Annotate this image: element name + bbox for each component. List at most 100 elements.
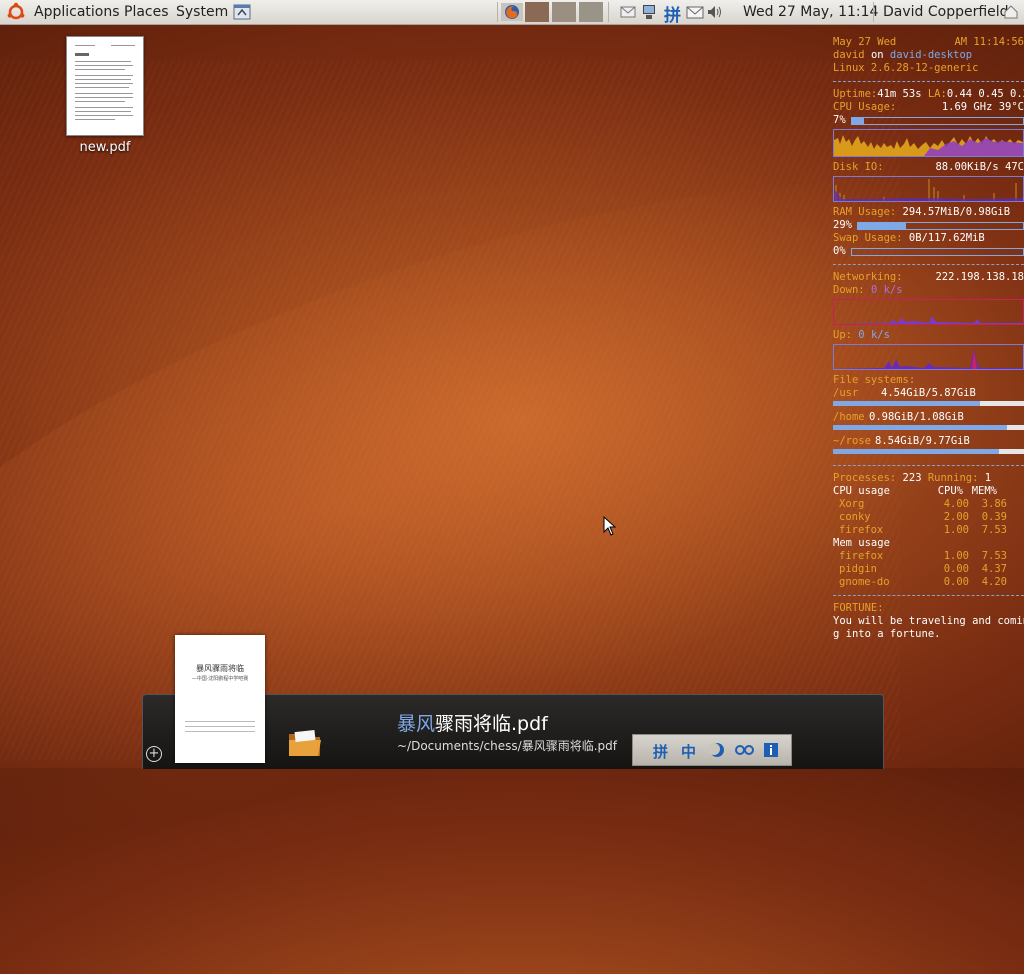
folder-icon[interactable] <box>287 728 323 758</box>
user-switcher[interactable]: David Copperfield <box>883 3 1009 21</box>
uptime-label: Uptime: <box>833 88 878 100</box>
down-value: 0 k/s <box>870 284 903 296</box>
punctuation-icon[interactable] <box>735 743 755 757</box>
cpu-usage-label: CPU usage <box>833 485 890 497</box>
cpu-bar-row: 7% <box>833 114 1024 127</box>
mail-icon[interactable] <box>619 3 637 21</box>
swap-bar-row: 0% <box>833 245 1024 258</box>
ime-pinyin-button[interactable]: 拼 <box>653 741 668 762</box>
fortune-line: g into a fortune. <box>833 628 941 640</box>
fs-mount: /home <box>833 411 865 423</box>
proc-name: Xorg <box>839 498 865 510</box>
half-width-moon-icon[interactable] <box>709 742 725 758</box>
table-row: conky 2.00 0.39 <box>833 511 1024 524</box>
ime-chinese-mode-button[interactable]: 中 <box>681 741 696 762</box>
proc-name: firefox <box>839 550 884 562</box>
down-label: Down: <box>833 284 865 296</box>
running-label: Running: <box>927 472 979 484</box>
conky-weekday: Wed <box>877 36 897 48</box>
pdf-document-icon <box>66 36 144 136</box>
panel-separator <box>873 2 874 22</box>
proc-cpu: 0.00 <box>943 576 969 588</box>
conky-user: david <box>833 49 865 61</box>
swap-value: 0B/117.62MiB <box>908 232 985 244</box>
window-thumb-icon[interactable] <box>579 2 603 22</box>
disk-graph <box>833 176 1024 202</box>
proc-cpu: 0.00 <box>943 563 969 575</box>
conky-date-line: May 27 Wed AM 11:14:56 <box>833 36 1024 49</box>
ubuntu-logo-icon[interactable] <box>6 2 26 22</box>
conky-kernel: Linux 2.6.28-12-generic <box>833 62 979 74</box>
proc-cpu: 1.00 <box>943 524 969 536</box>
firefox-icon[interactable] <box>501 3 523 21</box>
shutdown-icon[interactable] <box>1002 3 1020 21</box>
menu-places[interactable]: Places <box>124 3 169 21</box>
table-row: gnome-do 0.00 4.20 <box>833 576 1024 589</box>
result-path: ~/Documents/chess/暴风骤雨将临.pdf <box>397 739 617 753</box>
fortune-label: FORTUNE: <box>833 602 884 614</box>
disk-label: Disk IO: <box>833 161 884 173</box>
desktop-icon-new-pdf[interactable]: new.pdf <box>62 36 148 155</box>
proc-name: pidgin <box>839 563 877 575</box>
info-icon[interactable] <box>763 742 779 758</box>
ime-pinyin-icon[interactable]: 拼 <box>664 1 681 26</box>
fs-usr-bar <box>833 401 1024 406</box>
up-label: Up: <box>833 329 852 341</box>
ram-bar-row: 29% <box>833 219 1024 232</box>
proc-mem: 4.37 <box>981 563 1007 575</box>
cpu-label: CPU Usage: <box>833 101 897 113</box>
thumb-subtitle: —中国·沈阳鹏程中学吧赛 <box>191 676 249 682</box>
net-ip: 222.198.138.18 <box>935 271 1024 283</box>
proc-mem: 3.86 <box>981 498 1007 510</box>
up-value: 0 k/s <box>858 329 890 341</box>
add-action-icon[interactable]: + <box>146 746 162 762</box>
table-row: firefox 1.00 7.53 <box>833 524 1024 537</box>
table-row: firefox 1.00 7.53 <box>833 550 1024 563</box>
mail-envelope-icon[interactable] <box>686 3 704 21</box>
menu-applications[interactable]: Applications <box>34 3 120 21</box>
show-desktop-icon[interactable] <box>233 3 251 21</box>
proc-mem: 0.39 <box>981 511 1007 523</box>
menu-system[interactable]: System <box>176 3 228 21</box>
divider <box>833 75 1024 88</box>
swap-percent: 0% <box>833 245 846 257</box>
network-icon[interactable] <box>640 3 658 21</box>
conky-ampm: AM <box>954 36 968 48</box>
window-thumb-icon[interactable] <box>525 2 549 22</box>
conky-day: 27 <box>858 36 871 48</box>
conky-on: on <box>870 49 884 61</box>
title-highlight: 暴风 <box>397 713 436 735</box>
col-mem: MEM% <box>971 485 997 497</box>
fs-home: /home 0.98GiB/1.08GiB <box>833 411 1024 424</box>
swap-bar <box>851 247 1024 256</box>
processes-label: Processes: <box>833 472 897 484</box>
proc-name: firefox <box>839 524 884 536</box>
disk-value: 88.00KiB/s 47C <box>935 161 1024 173</box>
proc-name: gnome-do <box>839 576 890 588</box>
net-label: Networking: <box>833 271 903 283</box>
ram-percent: 29% <box>833 219 852 231</box>
proc-cpu: 2.00 <box>943 511 969 523</box>
ime-status-bar: 拼 中 <box>632 734 792 766</box>
mouse-cursor-icon <box>603 516 617 536</box>
conky-uptime: Uptime:41m 53s LA:0.44 0.45 0.2 <box>833 88 1024 101</box>
fs-rose: ~/rose 8.54GiB/9.77GiB <box>833 435 1024 448</box>
result-title[interactable]: 暴风骤雨将临.pdf <box>397 709 548 736</box>
desktop-icon-label: new.pdf <box>79 140 131 155</box>
conky-disk: Disk IO: 88.00KiB/s 47C <box>833 161 1024 174</box>
conky-time: 11:14:56 <box>973 36 1024 48</box>
fs-mount: ~/rose <box>833 435 871 447</box>
volume-icon[interactable] <box>706 3 724 21</box>
cpu-graph <box>833 129 1024 157</box>
divider <box>833 459 1024 472</box>
top-panel: Applications Places System 拼 Wed 27 May,… <box>0 0 1024 26</box>
result-thumbnail[interactable]: 暴风骤雨将临 —中国·沈阳鹏程中学吧赛 <box>175 635 265 763</box>
table-row: Xorg 4.00 3.86 <box>833 498 1024 511</box>
uptime-value: 41m 53s <box>877 88 922 100</box>
proc-name: conky <box>839 511 871 523</box>
clock[interactable]: Wed 27 May, 11:14 <box>743 3 878 21</box>
divider <box>833 258 1024 271</box>
fs-value: 8.54GiB/9.77GiB <box>875 435 970 447</box>
processes-count: 223 <box>902 472 922 484</box>
window-thumb-icon[interactable] <box>552 2 576 22</box>
